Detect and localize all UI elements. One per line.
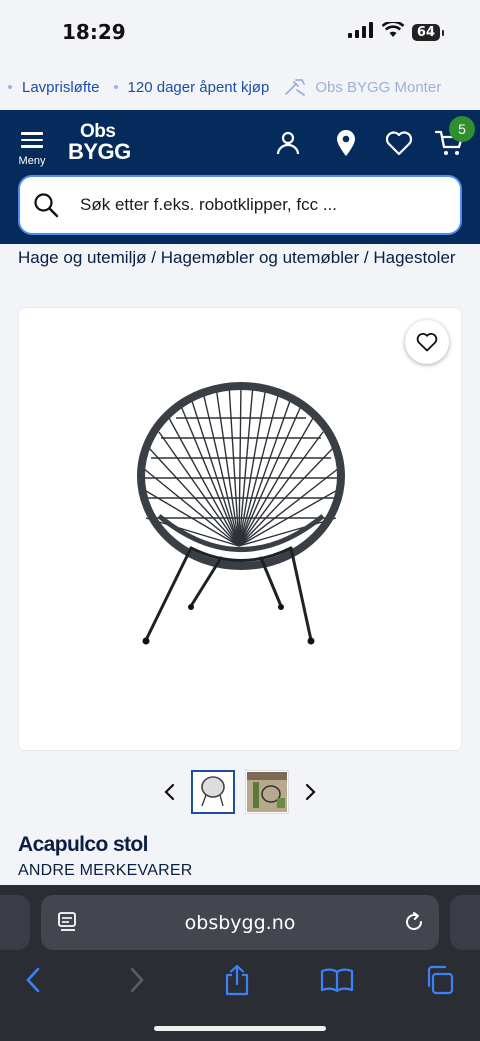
product-image-card: [18, 307, 462, 751]
garden-scene-thumbnail: [247, 772, 287, 812]
product-title: Acapulco stol: [18, 833, 148, 856]
tools-icon: [285, 79, 306, 96]
book-icon: [320, 968, 354, 993]
usp-label: Lavprisløfte: [22, 78, 100, 96]
dot-icon: [8, 85, 12, 89]
chevron-left-icon: [26, 967, 40, 993]
breadcrumb-separator: /: [151, 248, 156, 267]
share-button[interactable]: [220, 963, 254, 997]
usp-label: 120 dager åpent kjøp: [127, 78, 270, 96]
status-time: 18:29: [62, 20, 126, 44]
breadcrumb-link[interactable]: Hage og utemiljø: [18, 248, 147, 267]
thumbnail-garden-scene[interactable]: [245, 770, 289, 814]
usp-label: Obs BYGG Monter: [315, 78, 442, 96]
obs-bygg-logo[interactable]: Obs BYGG: [68, 122, 131, 163]
product-brand[interactable]: ANDRE MERKEVARER: [18, 862, 193, 880]
signal-icon: [347, 22, 374, 43]
status-icons: 64: [347, 20, 445, 43]
reader-mode-icon[interactable]: [57, 911, 79, 938]
address-bar[interactable]: obsbygg.no: [41, 895, 439, 950]
browser-toolbar: obsbygg.no: [0, 885, 480, 1041]
home-indicator: [154, 1026, 326, 1031]
search-icon: [32, 191, 60, 219]
chevron-left-icon: [164, 783, 175, 801]
chevron-right-icon: [305, 783, 316, 801]
next-image-button[interactable]: [299, 780, 323, 804]
search-input[interactable]: Søk etter f.eks. robotklipper, fcc ...: [18, 175, 462, 235]
battery-icon: 64: [411, 24, 445, 41]
forward-button[interactable]: [120, 963, 154, 997]
usp-item-montering[interactable]: Obs BYGG Monter: [283, 77, 441, 97]
tabs-icon: [427, 965, 454, 995]
next-tab-peek[interactable]: [450, 895, 480, 950]
chevron-right-icon: [130, 967, 144, 993]
breadcrumb-link[interactable]: Hagemøbler og utemøbler: [161, 248, 359, 267]
dot-icon: [113, 85, 118, 89]
hamburger-icon: [21, 128, 43, 152]
share-icon: [225, 964, 249, 996]
menu-button[interactable]: Meny: [14, 128, 50, 176]
heart-icon[interactable]: [384, 128, 414, 158]
back-button[interactable]: [16, 963, 50, 997]
wifi-icon: [381, 20, 405, 43]
acapulco-chair-illustration: [137, 382, 345, 645]
breadcrumb: Hage og utemiljø / Hagemøbler og utemøbl…: [18, 244, 458, 271]
breadcrumb-link[interactable]: Hagestoler: [373, 248, 455, 267]
product-image[interactable]: [29, 368, 453, 688]
favorite-button[interactable]: [405, 320, 449, 364]
status-bar: 18:29 64: [0, 0, 480, 64]
location-pin-icon[interactable]: [331, 128, 361, 158]
search-placeholder: Søk etter f.eks. robotklipper, fcc ...: [80, 195, 337, 214]
menu-label: Meny: [18, 154, 46, 167]
tabs-button[interactable]: [422, 963, 456, 997]
previous-image-button[interactable]: [157, 780, 181, 804]
url-text: obsbygg.no: [184, 911, 296, 934]
breadcrumb-separator: /: [363, 248, 369, 267]
usp-bar: Lavprisløfte 120 dager åpent kjøp Obs BY…: [0, 64, 480, 110]
previous-tab-peek[interactable]: [0, 895, 30, 950]
heart-icon: [416, 333, 438, 352]
bookmarks-button[interactable]: [320, 963, 354, 997]
usp-item-lavprisloefte[interactable]: Lavprisløfte: [8, 79, 100, 96]
thumbnail-chair[interactable]: [191, 770, 235, 814]
usp-item-open-purchase[interactable]: 120 dager åpent kjøp: [113, 78, 270, 96]
chair-thumbnail: [201, 776, 225, 807]
reload-icon[interactable]: [403, 911, 425, 938]
cart-count-badge: 5: [449, 116, 475, 142]
user-icon[interactable]: [273, 128, 303, 158]
image-gallery-nav: [0, 768, 480, 816]
